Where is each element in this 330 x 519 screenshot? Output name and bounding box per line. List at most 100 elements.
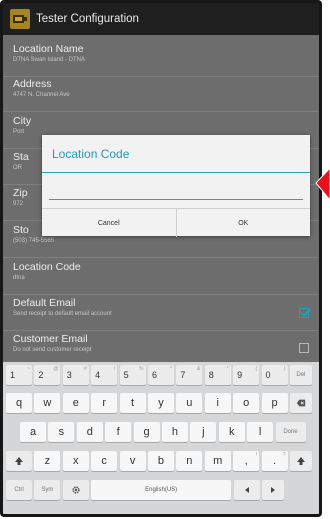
key-label: 7 [180, 370, 186, 380]
setting-title: Address [13, 78, 52, 90]
key-r[interactable]: r [91, 393, 118, 413]
setting-default-email[interactable]: Default Email Send receipt to default em… [3, 297, 319, 331]
key-j[interactable]: j [190, 422, 217, 442]
shift-arrow-icon [15, 457, 23, 465]
done-key[interactable]: Done [275, 422, 306, 442]
setting-summary: Do not send customer receipt [13, 347, 92, 353]
key-f[interactable]: f [105, 422, 132, 442]
key-6[interactable]: 6 ^ [147, 365, 174, 385]
key-8[interactable]: 8 * [204, 365, 231, 385]
key-b[interactable]: b [147, 451, 174, 471]
location-code-input[interactable] [49, 181, 303, 200]
key-sup: % [139, 366, 144, 372]
key-0[interactable]: 0) [261, 365, 288, 385]
key-x[interactable]: x [62, 451, 89, 471]
key-sup: ~ [27, 366, 30, 372]
key-sup: * [226, 366, 229, 372]
key-9[interactable]: 9( [233, 365, 260, 385]
shift-key[interactable] [6, 451, 32, 471]
caret-right-icon [270, 487, 275, 493]
key-sup: ) [283, 366, 286, 372]
key-sup: @ [53, 366, 59, 372]
setting-customer-email[interactable]: Customer Email Do not send customer rece… [3, 333, 319, 363]
key-1[interactable]: 1 ~ [6, 365, 32, 385]
key-label: 8 [208, 370, 214, 380]
setting-address[interactable]: Address 4747 N. Channel Ave [3, 78, 319, 112]
key-m[interactable]: m [204, 451, 231, 471]
key-e[interactable]: e [62, 393, 89, 413]
key-l[interactable]: l [247, 422, 274, 442]
key-z[interactable]: z [34, 451, 61, 471]
ctrl-key[interactable]: Ctrl [6, 480, 32, 500]
key-label: 2 [38, 370, 44, 380]
key-s[interactable]: s [48, 422, 75, 442]
setting-location-code[interactable]: Location Code dtna [3, 261, 319, 295]
key-n[interactable]: n [176, 451, 203, 471]
key-label: 5 [123, 370, 129, 380]
key-2[interactable]: 2 @ [34, 365, 61, 385]
space-bar[interactable]: English(US) [91, 480, 232, 500]
shift-key-right[interactable] [289, 451, 312, 471]
sym-key[interactable]: Sym [34, 480, 61, 500]
setting-title: Default Email [13, 297, 76, 309]
key-label: 0 [265, 370, 271, 380]
key-sup: / [113, 366, 116, 372]
cursor-left-key[interactable] [233, 480, 260, 500]
app-title: Tester Configuration [36, 13, 139, 25]
key-label: 4 [95, 370, 101, 380]
key-p[interactable]: p [261, 393, 288, 413]
key-3[interactable]: 3 # [62, 365, 89, 385]
default-email-checkbox[interactable] [299, 308, 311, 318]
key-k[interactable]: k [218, 422, 245, 442]
setting-location-name[interactable]: Location Name DTNA Swan Island - DTNA [3, 43, 319, 77]
key-u[interactable]: u [176, 393, 203, 413]
key-c[interactable]: c [91, 451, 118, 471]
setting-summary: Send receipt to default email account [13, 311, 112, 317]
key-v[interactable]: v [119, 451, 146, 471]
backspace-key[interactable] [289, 393, 312, 413]
key-h[interactable]: h [161, 422, 188, 442]
key-t[interactable]: t [119, 393, 146, 413]
on-screen-keyboard: 1 ~ 2 @ 3 # 4/ 5% 6 ^ 7 & 8 * 9( 0) Del q w e … [3, 362, 319, 514]
key-g[interactable]: g [133, 422, 160, 442]
setting-summary: dtna [13, 275, 25, 281]
ok-button[interactable]: OK [175, 209, 311, 237]
key-7[interactable]: 7 & [176, 365, 203, 385]
setting-title: Location Name [13, 43, 84, 55]
device-screen: Tester Configuration Location Name DTNA … [0, 0, 322, 517]
key-4[interactable]: 4/ [91, 365, 118, 385]
key-a[interactable]: a [20, 422, 46, 442]
location-code-dialog: Location Code Cancel OK [42, 135, 311, 237]
key-sup: # [84, 366, 87, 372]
key-5[interactable]: 5% [119, 365, 146, 385]
backspace-icon [296, 399, 306, 407]
cursor-right-key[interactable] [261, 480, 284, 500]
caret-left-icon [244, 487, 249, 493]
shift-arrow-icon [296, 457, 305, 465]
key-sup: & [197, 366, 201, 372]
setting-title: Location Code [13, 261, 81, 273]
customer-email-checkbox[interactable] [299, 343, 309, 353]
annotation-arrow-icon [315, 167, 330, 201]
app-bar: Tester Configuration [3, 3, 319, 35]
key-label: 9 [237, 370, 243, 380]
key-sup: ^ [169, 366, 172, 372]
key-d[interactable]: d [76, 422, 103, 442]
key-period[interactable]: .? [261, 451, 288, 471]
key-w[interactable]: w [34, 393, 61, 413]
setting-summary: DTNA Swan Island - DTNA [13, 57, 86, 63]
app-logo-icon [10, 9, 30, 29]
dialog-title-divider [42, 172, 310, 173]
key-label: 3 [66, 370, 72, 380]
key-label: , [244, 455, 248, 467]
setting-summary: (503) 745-5565 [13, 238, 55, 244]
settings-key[interactable] [62, 480, 89, 500]
delete-key[interactable]: Del [289, 365, 312, 385]
cancel-button[interactable]: Cancel [42, 209, 176, 237]
key-o[interactable]: o [233, 393, 260, 413]
key-comma[interactable]: ,! [233, 451, 260, 471]
key-i[interactable]: i [204, 393, 231, 413]
key-sup: ( [255, 366, 258, 372]
key-q[interactable]: q [6, 393, 32, 413]
key-y[interactable]: y [147, 393, 174, 413]
